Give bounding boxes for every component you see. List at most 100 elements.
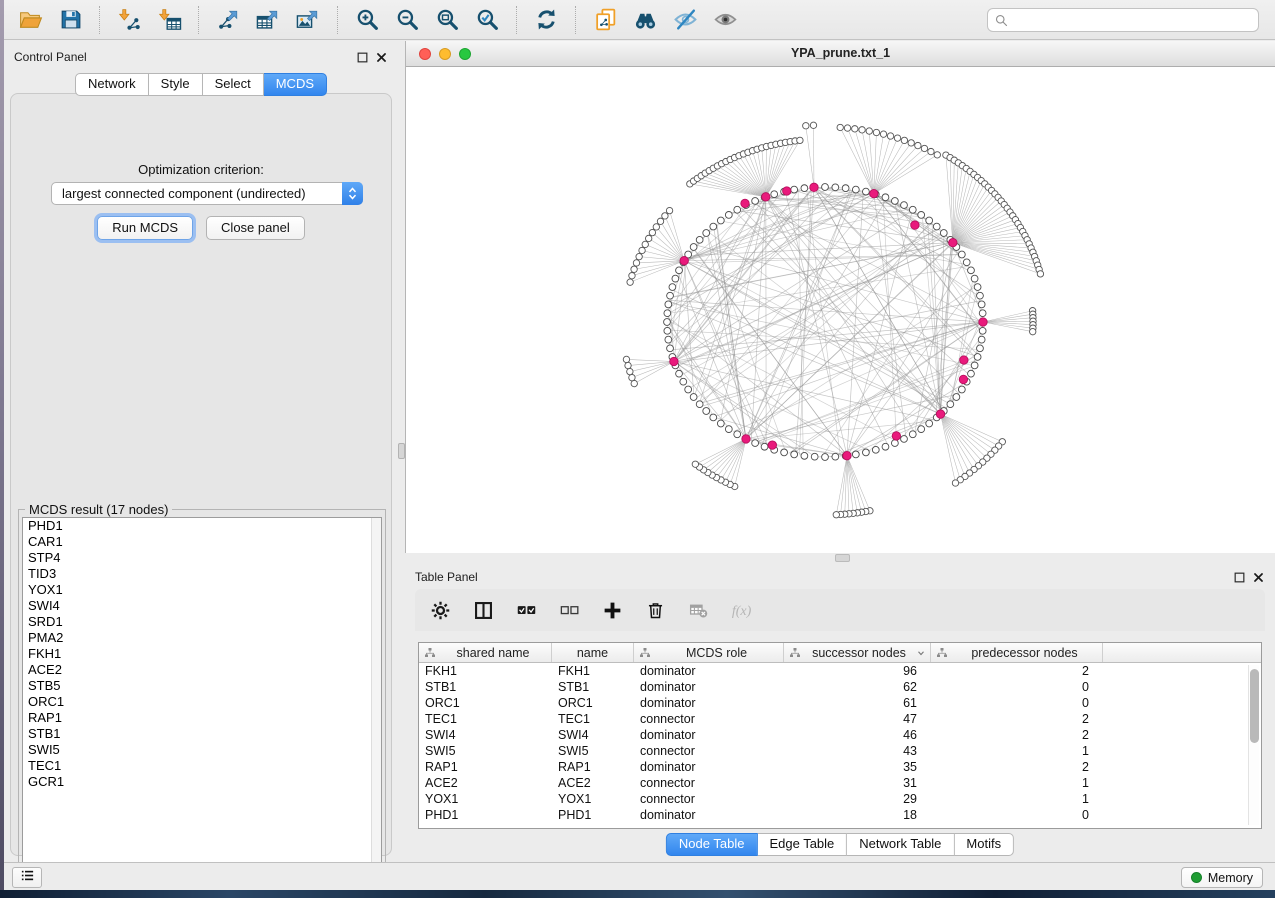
mcds-result-item[interactable]: SRD1: [23, 614, 381, 630]
graph-node[interactable]: [725, 426, 732, 433]
column-header-name[interactable]: name: [552, 643, 634, 662]
graph-node[interactable]: [882, 194, 889, 201]
graph-leaf-node[interactable]: [625, 362, 631, 368]
optimization-criterion-select[interactable]: largest connected component (undirected): [51, 182, 363, 205]
table-row[interactable]: SWI4SWI4dominator462: [419, 727, 1261, 743]
graph-hub-node[interactable]: [768, 441, 776, 449]
export-table-button[interactable]: [248, 3, 288, 37]
graph-node[interactable]: [842, 185, 849, 192]
graph-node[interactable]: [791, 186, 798, 193]
close-panel-button-secondary[interactable]: Close panel: [206, 216, 305, 240]
column-header-predecessor-nodes[interactable]: predecessor nodes: [931, 643, 1103, 662]
settings-gear-button[interactable]: [427, 597, 453, 623]
graph-hub-node[interactable]: [960, 356, 968, 364]
table-row[interactable]: YOX1YOX1connector291: [419, 791, 1261, 807]
graph-leaf-node[interactable]: [657, 218, 663, 224]
graph-node[interactable]: [717, 420, 724, 427]
graph-node[interactable]: [703, 408, 710, 415]
graph-node[interactable]: [953, 394, 960, 401]
graph-leaf-node[interactable]: [633, 260, 639, 266]
graph-hub-node[interactable]: [959, 375, 967, 383]
mcds-result-item[interactable]: FKH1: [23, 646, 381, 662]
splitter-grip[interactable]: [398, 443, 405, 459]
export-image-button[interactable]: [288, 3, 328, 37]
delete-column-button[interactable]: [642, 597, 668, 623]
search-input[interactable]: [1014, 13, 1252, 27]
save-session-button[interactable]: [50, 3, 90, 37]
graph-leaf-node[interactable]: [631, 266, 637, 272]
zoom-in-button[interactable]: [347, 3, 387, 37]
hide-graphics-button[interactable]: [665, 3, 705, 37]
tab-edge-table[interactable]: Edge Table: [757, 833, 847, 856]
graph-node[interactable]: [822, 184, 829, 191]
tab-mcds[interactable]: MCDS: [264, 73, 327, 96]
mcds-result-item[interactable]: PMA2: [23, 630, 381, 646]
graph-node[interactable]: [933, 223, 940, 230]
graph-leaf-node[interactable]: [901, 137, 907, 143]
zoom-out-button[interactable]: [387, 3, 427, 37]
mcds-result-item[interactable]: SWI5: [23, 742, 381, 758]
mcds-result-item[interactable]: RAP1: [23, 710, 381, 726]
graph-node[interactable]: [852, 451, 859, 458]
graph-node[interactable]: [696, 236, 703, 243]
select-all-button[interactable]: [513, 597, 539, 623]
graph-node[interactable]: [685, 386, 692, 393]
graph-node[interactable]: [696, 401, 703, 408]
graph-hub-node[interactable]: [936, 410, 944, 418]
graph-node[interactable]: [801, 185, 808, 192]
mcds-result-item[interactable]: SWI4: [23, 598, 381, 614]
graph-leaf-node[interactable]: [666, 207, 672, 213]
graph-leaf-node[interactable]: [692, 461, 698, 467]
graph-leaf-node[interactable]: [636, 253, 642, 259]
table-row[interactable]: STB1STB1dominator620: [419, 679, 1261, 695]
graph-leaf-node[interactable]: [859, 127, 865, 133]
mcds-result-item[interactable]: ACE2: [23, 662, 381, 678]
graph-hub-node[interactable]: [741, 199, 749, 207]
table-row[interactable]: PHD1PHD1dominator180: [419, 807, 1261, 823]
mcds-result-item[interactable]: TEC1: [23, 758, 381, 774]
graph-node[interactable]: [963, 259, 970, 266]
graph-node[interactable]: [971, 362, 978, 369]
graph-hub-node[interactable]: [762, 193, 770, 201]
mcds-result-item[interactable]: STB5: [23, 678, 381, 694]
graph-leaf-node[interactable]: [880, 131, 886, 137]
refresh-button[interactable]: [526, 3, 566, 37]
graph-hub-node[interactable]: [783, 187, 791, 195]
graph-leaf-node[interactable]: [629, 272, 635, 278]
table-row[interactable]: ORC1ORC1dominator610: [419, 695, 1261, 711]
network-graph-canvas[interactable]: [406, 67, 1274, 553]
column-header-successor-nodes[interactable]: successor nodes: [784, 643, 931, 662]
graph-leaf-node[interactable]: [866, 128, 872, 134]
graph-node[interactable]: [667, 345, 674, 352]
mcds-result-item[interactable]: STP4: [23, 550, 381, 566]
graph-node[interactable]: [690, 394, 697, 401]
mcds-result-item[interactable]: TID3: [23, 566, 381, 582]
graph-node[interactable]: [909, 431, 916, 438]
graph-leaf-node[interactable]: [873, 129, 879, 135]
graph-node[interactable]: [680, 378, 687, 385]
graph-node[interactable]: [703, 230, 710, 237]
graph-node[interactable]: [717, 217, 724, 224]
column-layout-button[interactable]: [470, 597, 496, 623]
close-panel-button[interactable]: [375, 51, 388, 64]
graph-node[interactable]: [918, 211, 925, 218]
deselect-all-button[interactable]: [556, 597, 582, 623]
graph-leaf-node[interactable]: [952, 480, 958, 486]
graph-node[interactable]: [901, 436, 908, 443]
graph-node[interactable]: [882, 443, 889, 450]
graph-leaf-node[interactable]: [662, 213, 668, 219]
close-panel-button[interactable]: [1252, 571, 1265, 584]
graph-node[interactable]: [669, 284, 676, 291]
graph-leaf-node[interactable]: [934, 152, 940, 158]
graph-node[interactable]: [832, 453, 839, 460]
tab-select[interactable]: Select: [203, 73, 264, 96]
graph-node[interactable]: [918, 426, 925, 433]
table-row[interactable]: SWI5SWI5connector431: [419, 743, 1261, 759]
run-mcds-button[interactable]: Run MCDS: [97, 216, 193, 240]
graph-leaf-node[interactable]: [653, 224, 659, 230]
zoom-fit-button[interactable]: [427, 3, 467, 37]
graph-node[interactable]: [690, 244, 697, 251]
graph-node[interactable]: [974, 354, 981, 361]
mcds-result-item[interactable]: GCR1: [23, 774, 381, 790]
graph-node[interactable]: [926, 217, 933, 224]
